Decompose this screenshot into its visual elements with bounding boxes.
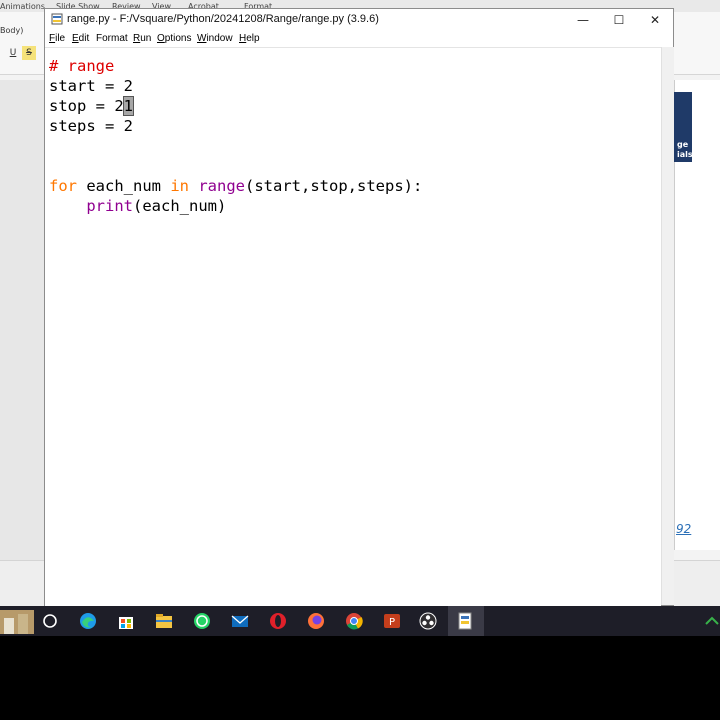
underline-button[interactable]: U <box>6 46 20 60</box>
menu-format[interactable]: Format <box>96 33 128 44</box>
taskbar-thumbnail-icon[interactable] <box>0 610 34 634</box>
menu-window[interactable]: Window <box>197 33 233 44</box>
bg-slide-banner: ge ials <box>674 92 693 162</box>
opera-icon[interactable] <box>268 611 288 631</box>
menu-run[interactable]: Run <box>133 33 151 44</box>
file-explorer-icon[interactable] <box>154 611 174 631</box>
search-icon[interactable] <box>40 611 60 631</box>
code-line-8: print(each_num) <box>86 197 227 215</box>
chrome-icon[interactable] <box>344 611 364 631</box>
code-editor[interactable]: # range start = 2 stop = 21 steps = 2 fo… <box>45 47 661 606</box>
menu-options[interactable]: Options <box>157 33 191 44</box>
code-line-1: # range <box>49 57 115 75</box>
minimize-button[interactable]: — <box>565 9 601 31</box>
strikethrough-button[interactable]: S <box>22 46 36 60</box>
svg-text:P: P <box>389 617 395 628</box>
selected-text: 1 <box>122 96 135 116</box>
menu-bar: File Edit Format Run Options Window Help <box>45 31 673 47</box>
edge-icon[interactable] <box>78 611 98 631</box>
powerpoint-icon[interactable]: P <box>382 611 402 631</box>
window-title: range.py - F:/Vsquare/Python/20241208/Ra… <box>67 13 379 25</box>
title-bar[interactable]: range.py - F:/Vsquare/Python/20241208/Ra… <box>45 9 673 31</box>
python-file-icon <box>51 13 63 25</box>
code-line-2: start = 2 <box>49 77 133 95</box>
maximize-button[interactable]: ☐ <box>601 9 637 31</box>
store-icon[interactable] <box>116 611 136 631</box>
bg-font-label: Body) <box>0 26 24 35</box>
menu-edit[interactable]: Edit <box>72 33 89 44</box>
idle-icon[interactable] <box>456 611 476 631</box>
code-line-3: stop = 21 <box>49 96 135 116</box>
code-line-7: for each_num in range(start,stop,steps): <box>49 177 423 195</box>
bg-tab-animations[interactable]: Animations <box>0 2 45 11</box>
taskbar: P <box>0 606 720 636</box>
code-line-4: steps = 2 <box>49 117 133 135</box>
idle-editor-window: range.py - F:/Vsquare/Python/20241208/Ra… <box>44 8 674 606</box>
menu-help[interactable]: Help <box>239 33 260 44</box>
bg-slide-text-1: ge <box>677 140 689 149</box>
obs-icon[interactable] <box>418 611 438 631</box>
mail-icon[interactable] <box>230 611 250 631</box>
firefox-icon[interactable] <box>306 611 326 631</box>
menu-file[interactable]: File <box>49 33 65 44</box>
whatsapp-icon[interactable] <box>192 611 212 631</box>
vertical-scrollbar[interactable] <box>661 47 674 605</box>
bg-slide-text-2: ials <box>677 150 693 159</box>
tray-chevron-icon[interactable] <box>700 612 720 632</box>
bg-slides-pane <box>0 80 44 560</box>
close-button[interactable]: ✕ <box>637 9 673 31</box>
bg-slide-number: 92 <box>676 522 692 536</box>
